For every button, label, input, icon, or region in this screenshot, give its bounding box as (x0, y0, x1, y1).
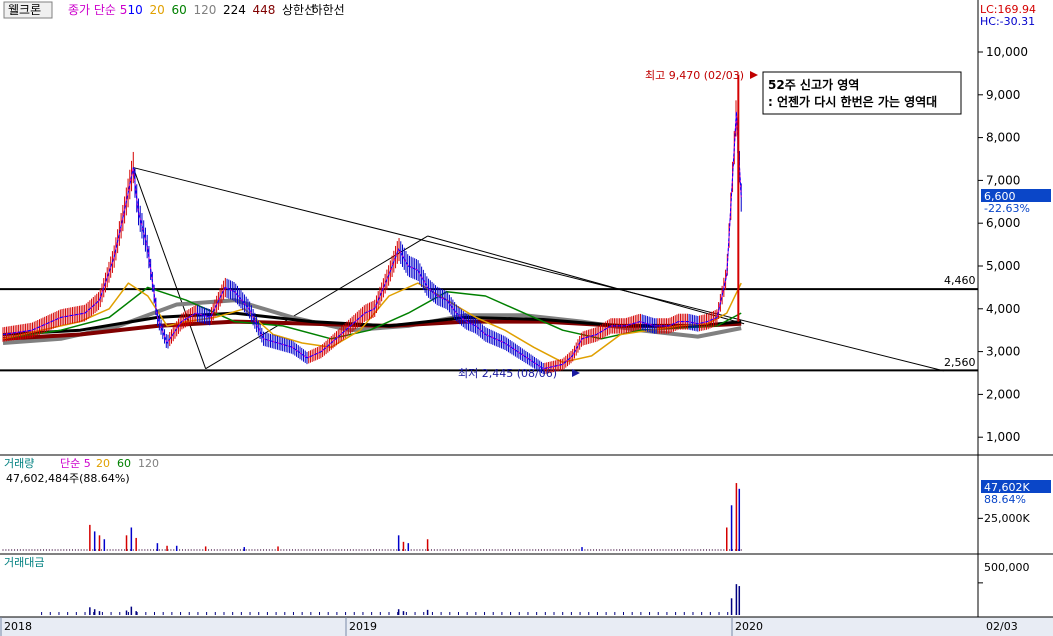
x-tick-label-1: 2019 (349, 620, 377, 633)
y-tick-label-9: 10,000 (986, 45, 1028, 59)
annotation-line-2: : 언젠가 다시 한번은 가는 영역대 (768, 94, 937, 109)
legend-item-3: 60 (172, 3, 187, 17)
annotation-line-1: 52주 신고가 영역 (768, 77, 859, 92)
amount-axis-label: 500,000 (984, 561, 1030, 574)
y-tick-label-2: 3,000 (986, 345, 1020, 359)
amount-legend-title: 거래대금 (4, 556, 44, 569)
level-lower-label: 2,560 (944, 356, 976, 369)
y-tick-label-7: 8,000 (986, 131, 1020, 145)
volume-axis-label: 25,000K (984, 512, 1030, 525)
y-tick-label-8: 9,000 (986, 88, 1020, 102)
x-tick-label-0: 2018 (4, 620, 32, 633)
stock-name: 웰크론 (8, 3, 41, 17)
high-label: 최고 9,470 (02/03) (645, 69, 744, 82)
x-axis-last-date: 02/03 (986, 620, 1018, 633)
hc-value: HC:-30.31 (980, 15, 1035, 28)
volume-legend-item-1: 20 (96, 457, 110, 470)
volume-legend-title: 거래량 (4, 457, 34, 470)
y-tick-label-4: 5,000 (986, 259, 1020, 273)
volume-info: 47,602,484주(88.64%) (6, 472, 130, 485)
legend-item-6: 448 (253, 3, 276, 17)
legend-item-1: 10 (128, 3, 143, 17)
legend-item-7: 상한선 (282, 3, 315, 17)
volume-legend-item-3: 120 (138, 457, 159, 470)
level-upper-label: 4,460 (944, 274, 976, 287)
legend-item-4: 120 (194, 3, 217, 17)
low-label: 최저 2,445 (08/06) (458, 367, 557, 380)
x-tick-label-2: 2020 (735, 620, 763, 633)
current-change: -22.63% (984, 202, 1030, 215)
stock-chart[interactable]: 웰크론 종가 단순 5 10 20 60 120 224 448 상한선하한선 LC:169.… (0, 0, 1053, 636)
legend-item-0: 종가 단순 5 (68, 3, 127, 17)
volume-legend: 단순 5 20 60 120 (60, 457, 159, 470)
y-tick-label-0: 1,000 (986, 430, 1020, 444)
volume-current-pct: 88.64% (984, 493, 1026, 506)
y-tick-label-6: 7,000 (986, 173, 1020, 187)
volume-legend-item-0: 단순 5 (60, 457, 91, 470)
y-tick-label-5: 6,000 (986, 216, 1020, 230)
volume-legend-item-2: 60 (117, 457, 131, 470)
y-tick-label-1: 2,000 (986, 387, 1020, 401)
x-axis-bar (0, 617, 1053, 636)
legend-item-5: 224 (223, 3, 246, 17)
y-tick-label-3: 4,000 (986, 302, 1020, 316)
price-legend: 종가 단순 5 10 20 60 120 224 448 상한선하한선 (68, 3, 345, 17)
legend-item-8: 하한선 (312, 3, 345, 17)
legend-item-2: 20 (150, 3, 165, 17)
